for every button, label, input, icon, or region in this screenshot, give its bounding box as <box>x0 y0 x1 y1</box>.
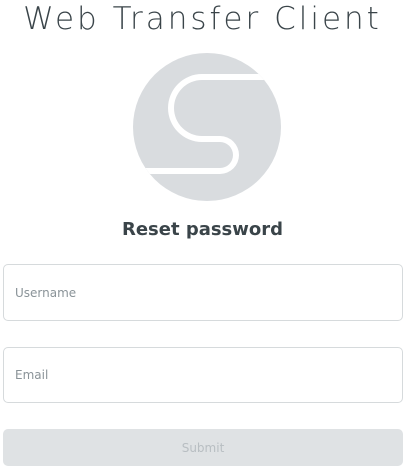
app-title: Web Transfer Client <box>23 1 382 37</box>
username-field[interactable] <box>3 264 403 321</box>
email-field[interactable] <box>3 347 403 403</box>
reset-password-page: Web Transfer Client Reset password Submi… <box>0 0 405 470</box>
form-heading: Reset password <box>121 219 284 240</box>
s-logo-icon <box>132 52 282 202</box>
email-input[interactable] <box>4 348 402 402</box>
submit-button[interactable]: Submit <box>3 429 403 466</box>
username-input[interactable] <box>4 265 402 320</box>
